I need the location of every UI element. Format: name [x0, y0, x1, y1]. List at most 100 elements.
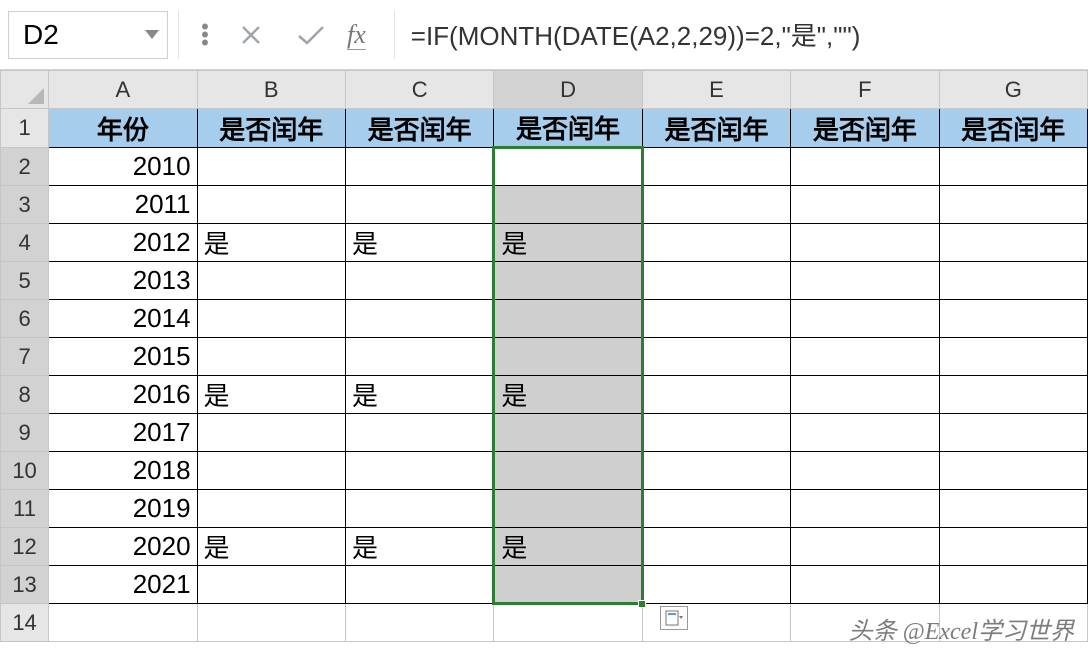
cell-C8[interactable]: 是	[345, 376, 493, 414]
cell-C9[interactable]	[345, 414, 493, 452]
cell-C13[interactable]	[345, 566, 493, 604]
column-header-E[interactable]: E	[642, 71, 790, 109]
row-header-13[interactable]: 13	[1, 566, 49, 604]
cell-G14[interactable]	[939, 604, 1087, 642]
cell-A8[interactable]: 2016	[49, 376, 197, 414]
cell-D10[interactable]	[494, 452, 642, 490]
autofill-options-button[interactable]	[660, 606, 688, 630]
row-header-8[interactable]: 8	[1, 376, 49, 414]
cell-E8[interactable]	[642, 376, 790, 414]
row-header-3[interactable]: 3	[1, 186, 49, 224]
column-header-D[interactable]: D	[494, 71, 642, 109]
cell-B12[interactable]: 是	[197, 528, 345, 566]
cell-F7[interactable]	[791, 338, 939, 376]
cell-C7[interactable]	[345, 338, 493, 376]
select-all-corner[interactable]	[1, 71, 49, 109]
cell-E10[interactable]	[642, 452, 790, 490]
row-header-4[interactable]: 4	[1, 224, 49, 262]
cell-D4[interactable]: 是	[494, 224, 642, 262]
cell-E7[interactable]	[642, 338, 790, 376]
row-header-14[interactable]: 14	[1, 604, 49, 642]
cell-B11[interactable]	[197, 490, 345, 528]
name-box[interactable]: D2	[8, 11, 168, 59]
cell-G12[interactable]	[939, 528, 1087, 566]
cell-F9[interactable]	[791, 414, 939, 452]
cell-A12[interactable]: 2020	[49, 528, 197, 566]
cell-G1[interactable]: 是否闰年	[939, 109, 1087, 148]
cell-D6[interactable]	[494, 300, 642, 338]
cell-D8[interactable]: 是	[494, 376, 642, 414]
column-header-A[interactable]: A	[49, 71, 197, 109]
cell-A9[interactable]: 2017	[49, 414, 197, 452]
cell-B5[interactable]	[197, 262, 345, 300]
cell-D7[interactable]	[494, 338, 642, 376]
cell-C6[interactable]	[345, 300, 493, 338]
cell-B6[interactable]	[197, 300, 345, 338]
cell-G10[interactable]	[939, 452, 1087, 490]
cell-G6[interactable]	[939, 300, 1087, 338]
cell-E2[interactable]	[642, 148, 790, 186]
cell-C2[interactable]	[345, 148, 493, 186]
row-header-1[interactable]: 1	[1, 109, 49, 148]
cell-C5[interactable]	[345, 262, 493, 300]
cell-B14[interactable]	[197, 604, 345, 642]
cell-F6[interactable]	[791, 300, 939, 338]
cell-B10[interactable]	[197, 452, 345, 490]
cell-E4[interactable]	[642, 224, 790, 262]
column-header-B[interactable]: B	[197, 71, 345, 109]
cell-A14[interactable]	[49, 604, 197, 642]
cell-D13[interactable]	[494, 566, 642, 604]
cell-A11[interactable]: 2019	[49, 490, 197, 528]
cell-B9[interactable]	[197, 414, 345, 452]
fx-icon[interactable]: fx	[347, 20, 366, 50]
column-header-C[interactable]: C	[345, 71, 493, 109]
row-header-12[interactable]: 12	[1, 528, 49, 566]
cell-D3[interactable]	[494, 186, 642, 224]
cell-C4[interactable]: 是	[345, 224, 493, 262]
cell-D2[interactable]	[494, 148, 642, 186]
cell-G2[interactable]	[939, 148, 1087, 186]
cell-F12[interactable]	[791, 528, 939, 566]
cell-A1[interactable]: 年份	[49, 109, 197, 148]
cell-E9[interactable]	[642, 414, 790, 452]
cell-D14[interactable]	[494, 604, 642, 642]
row-header-10[interactable]: 10	[1, 452, 49, 490]
cell-D1[interactable]: 是否闰年	[494, 109, 642, 148]
cell-D11[interactable]	[494, 490, 642, 528]
cell-F8[interactable]	[791, 376, 939, 414]
cell-F4[interactable]	[791, 224, 939, 262]
cell-B4[interactable]: 是	[197, 224, 345, 262]
cell-F5[interactable]	[791, 262, 939, 300]
cell-G9[interactable]	[939, 414, 1087, 452]
cell-C3[interactable]	[345, 186, 493, 224]
cell-B3[interactable]	[197, 186, 345, 224]
cell-E13[interactable]	[642, 566, 790, 604]
cell-A2[interactable]: 2010	[49, 148, 197, 186]
cell-F1[interactable]: 是否闰年	[791, 109, 939, 148]
cell-C10[interactable]	[345, 452, 493, 490]
cell-G13[interactable]	[939, 566, 1087, 604]
cell-F13[interactable]	[791, 566, 939, 604]
row-header-6[interactable]: 6	[1, 300, 49, 338]
chevron-down-icon[interactable]	[145, 30, 159, 39]
cell-A10[interactable]: 2018	[49, 452, 197, 490]
cancel-button[interactable]	[227, 11, 275, 59]
cell-F14[interactable]	[791, 604, 939, 642]
vertical-dots-icon[interactable]: •••	[189, 23, 221, 47]
cell-C1[interactable]: 是否闰年	[345, 109, 493, 148]
cell-E6[interactable]	[642, 300, 790, 338]
cell-B2[interactable]	[197, 148, 345, 186]
fill-handle[interactable]	[638, 600, 646, 608]
cell-D12[interactable]: 是	[494, 528, 642, 566]
cell-A6[interactable]: 2014	[49, 300, 197, 338]
spreadsheet-grid[interactable]: ABCDEFG1年份是否闰年是否闰年是否闰年是否闰年是否闰年是否闰年220103…	[0, 70, 1088, 642]
cell-C11[interactable]	[345, 490, 493, 528]
formula-input[interactable]	[405, 11, 1080, 59]
cell-F11[interactable]	[791, 490, 939, 528]
cell-F2[interactable]	[791, 148, 939, 186]
cell-B13[interactable]	[197, 566, 345, 604]
cell-D5[interactable]	[494, 262, 642, 300]
cell-B8[interactable]: 是	[197, 376, 345, 414]
cell-D9[interactable]	[494, 414, 642, 452]
cell-A4[interactable]: 2012	[49, 224, 197, 262]
